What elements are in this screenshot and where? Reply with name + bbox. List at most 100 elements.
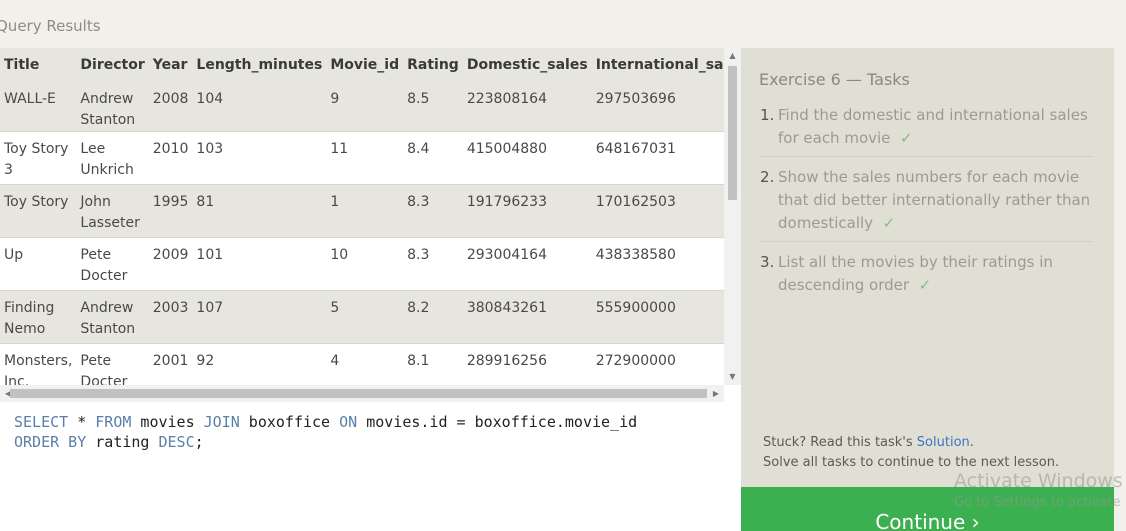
- horizontal-scrollbar[interactable]: ◀ ▶: [0, 385, 724, 402]
- table-cell: 1995: [148, 184, 193, 238]
- table-cell: 8.2: [403, 290, 463, 344]
- sql-text: *: [68, 413, 96, 431]
- vertical-scroll-thumb[interactable]: [728, 66, 737, 200]
- column-header-rating: Rating: [403, 48, 463, 82]
- column-header-title: Title: [0, 48, 77, 82]
- sql-text: movies: [131, 413, 204, 431]
- table-cell: 81: [192, 184, 327, 238]
- table-cell: 1: [326, 184, 404, 238]
- table-cell: 8.4: [403, 131, 463, 185]
- table-cell: 9: [326, 82, 404, 132]
- check-icon: ✓: [899, 129, 913, 147]
- results-table-viewport[interactable]: Title Director Year Length_minutes Movie…: [0, 48, 724, 385]
- table-cell: 2009: [148, 237, 193, 291]
- sql-line-1: SELECT * FROM movies JOIN boxoffice ON m…: [14, 412, 741, 432]
- exercise-panel: Exercise 6 — Tasks 1. Find the domestic …: [741, 48, 1114, 531]
- sql-keyword: DESC: [158, 433, 195, 451]
- query-results-panel: Title Director Year Length_minutes Movie…: [0, 48, 741, 402]
- column-header-director: Director: [76, 48, 149, 82]
- table-cell: Pete Docter: [76, 343, 149, 385]
- table-cell: 5: [326, 290, 404, 344]
- sql-line-2: ORDER BY rating DESC;: [14, 432, 741, 452]
- table-cell: 107: [192, 290, 327, 344]
- table-cell: 272900000: [591, 343, 724, 385]
- table-cell: 8.5: [403, 82, 463, 132]
- column-header-movie-id: Movie_id: [326, 48, 404, 82]
- table-cell: 8.1: [403, 343, 463, 385]
- table-cell: Andrew Stanton: [76, 290, 149, 344]
- sql-keyword: ORDER BY: [14, 433, 87, 451]
- scroll-down-icon[interactable]: ▼: [724, 369, 741, 385]
- column-header-international-sales: International_sales: [591, 48, 724, 82]
- table-cell: 4: [326, 343, 404, 385]
- activate-windows-watermark: Activate Windows: [954, 470, 1123, 492]
- continue-hint: Solve all tasks to continue to the next …: [763, 455, 1060, 470]
- table-cell: WALL-E: [0, 82, 77, 132]
- task-list: 1. Find the domestic and international s…: [759, 102, 1093, 310]
- sql-text: movies.id = boxoffice.movie_id: [357, 413, 638, 431]
- table-cell: 103: [192, 131, 327, 185]
- table-cell: 380843261: [462, 290, 592, 344]
- sql-text: rating: [86, 433, 159, 451]
- scroll-right-icon[interactable]: ▶: [708, 385, 724, 402]
- table-cell: 11: [326, 131, 404, 185]
- task-text: List all the movies by their ratings in …: [778, 253, 1053, 294]
- table-cell: Pete Docter: [76, 237, 149, 291]
- table-cell: 438338580: [591, 237, 724, 291]
- table-row: WALL-E Andrew Stanton 2008 104 9 8.5 223…: [0, 82, 724, 132]
- task-item: 1. Find the domestic and international s…: [759, 102, 1093, 157]
- table-cell: 191796233: [462, 184, 592, 238]
- table-cell: 293004164: [462, 237, 592, 291]
- task-text: Show the sales numbers for each movie th…: [778, 168, 1091, 232]
- sql-editor[interactable]: SELECT * FROM movies JOIN boxoffice ON m…: [0, 402, 741, 531]
- task-number: 3.: [760, 253, 775, 271]
- vertical-scrollbar[interactable]: ▲ ▼: [724, 48, 741, 385]
- table-cell: 2008: [148, 82, 193, 132]
- table-cell: Toy Story 3: [0, 131, 77, 185]
- check-icon: ✓: [918, 276, 932, 294]
- table-header-row: Title Director Year Length_minutes Movie…: [0, 48, 724, 82]
- horizontal-scroll-thumb[interactable]: [10, 389, 707, 398]
- task-number: 2.: [760, 168, 775, 186]
- table-cell: 289916256: [462, 343, 592, 385]
- column-header-domestic-sales: Domestic_sales: [462, 48, 592, 82]
- task-text: Find the domestic and international sale…: [778, 106, 1088, 147]
- sql-keyword: FROM: [95, 413, 132, 431]
- task-number: 1.: [760, 106, 775, 124]
- table-cell: Lee Unkrich: [76, 131, 149, 185]
- table-cell: 8.3: [403, 184, 463, 238]
- sql-text: boxoffice: [239, 413, 340, 431]
- table-cell: 223808164: [462, 82, 592, 132]
- table-row: Toy Story 3 Lee Unkrich 2010 103 11 8.4 …: [0, 131, 724, 185]
- table-cell: 8.3: [403, 237, 463, 291]
- table-cell: 170162503: [591, 184, 724, 238]
- results-table: Title Director Year Length_minutes Movie…: [0, 48, 724, 385]
- sql-keyword: ON: [339, 413, 358, 431]
- table-cell: Toy Story: [0, 184, 77, 238]
- table-cell: Monsters, Inc.: [0, 343, 77, 385]
- scroll-up-icon[interactable]: ▲: [724, 48, 741, 64]
- column-header-year: Year: [148, 48, 193, 82]
- query-results-title: Query Results: [0, 17, 101, 35]
- table-cell: 104: [192, 82, 327, 132]
- table-row: Up Pete Docter 2009 101 10 8.3 293004164…: [0, 237, 724, 291]
- check-icon: ✓: [882, 214, 896, 232]
- help-text: Stuck? Read this task's Solution. Solve …: [763, 433, 1059, 473]
- table-cell: 297503696: [591, 82, 724, 132]
- table-cell: 10: [326, 237, 404, 291]
- table-cell: 648167031: [591, 131, 724, 185]
- table-row: Toy Story John Lasseter 1995 81 1 8.3 19…: [0, 184, 724, 238]
- table-cell: 2003: [148, 290, 193, 344]
- table-cell: 101: [192, 237, 327, 291]
- table-cell: Finding Nemo: [0, 290, 77, 344]
- table-cell: Andrew Stanton: [76, 82, 149, 132]
- table-cell: Up: [0, 237, 77, 291]
- stuck-suffix: .: [969, 435, 974, 450]
- table-cell: 2001: [148, 343, 193, 385]
- table-cell: 92: [192, 343, 327, 385]
- stuck-text: Stuck? Read this task's: [763, 435, 917, 450]
- table-row: Monsters, Inc. Pete Docter 2001 92 4 8.1…: [0, 343, 724, 385]
- solution-link[interactable]: Solution: [917, 435, 970, 450]
- sql-keyword: SELECT: [14, 413, 69, 431]
- activate-windows-subtext: Go to Settings to activate: [954, 495, 1121, 510]
